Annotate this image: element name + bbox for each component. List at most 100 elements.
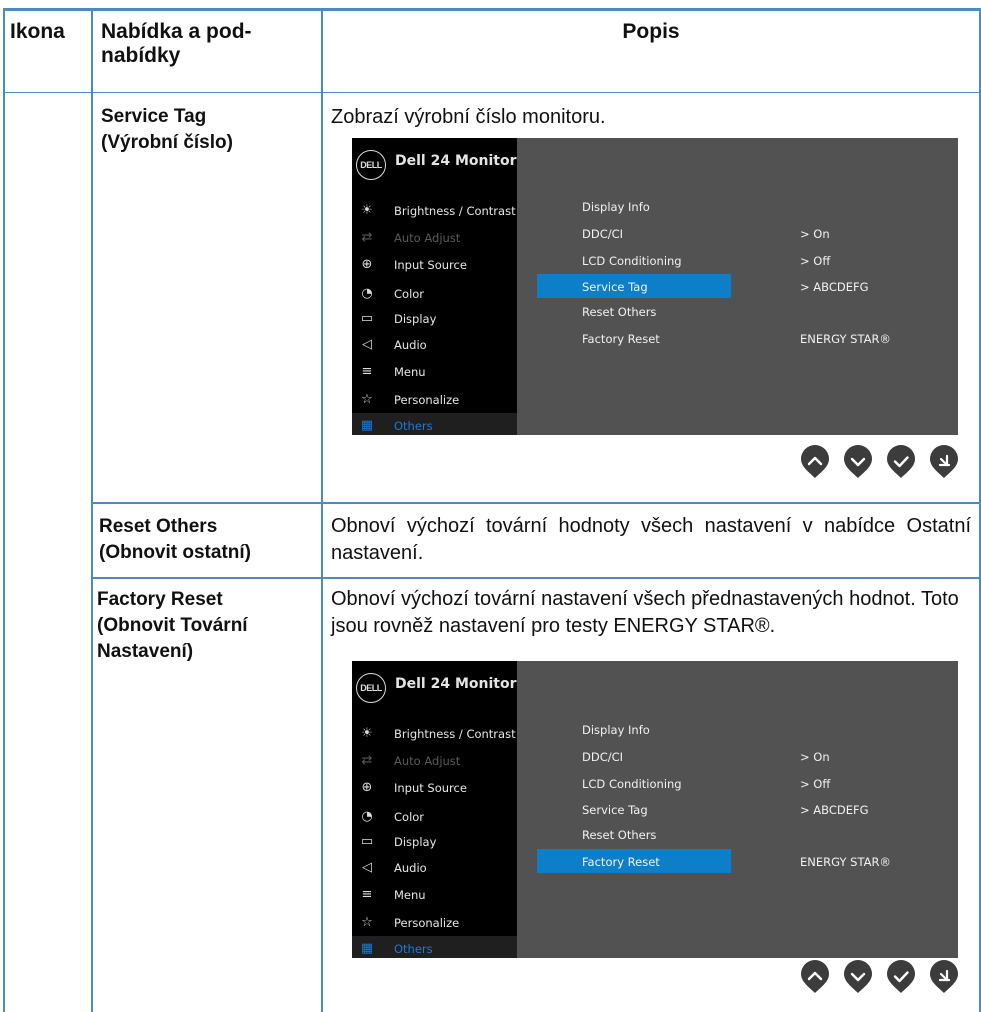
table-top-border [3, 8, 981, 11]
osd-submenu-lcd-conditioning[interactable]: LCD Conditioning [537, 771, 731, 795]
down-button[interactable] [843, 960, 873, 994]
osd-menu-item-label: Input Source [394, 258, 467, 272]
menu-icon: ≡ [361, 887, 373, 902]
osd-menu-item-menu[interactable]: ≡ Menu [352, 882, 517, 908]
osd-menu-item-personalize[interactable]: ☆ Personalize [352, 387, 517, 413]
table-left-border [3, 8, 5, 1012]
osd-submenu-reset-others[interactable]: Reset Others [537, 299, 731, 323]
row2-menu-label: Reset Others (Obnovit ostatní) [99, 516, 251, 563]
osd-submenu-service-tag[interactable]: Service Tag [537, 274, 731, 298]
others-icon: ▦ [360, 418, 374, 433]
osd-menu-item-label: Audio [394, 861, 427, 875]
ok-button[interactable] [886, 960, 916, 994]
row2-bottom-border [92, 577, 981, 579]
osd-menu-item-brightness-contrast[interactable]: ☀ Brightness / Contrast [352, 721, 517, 747]
osd-submenu-label: Factory Reset [582, 332, 660, 346]
osd-menu-item-label: Brightness / Contrast [394, 204, 516, 218]
osd-menu-item-audio[interactable]: ◁ Audio [352, 855, 517, 881]
check-icon [887, 960, 915, 993]
osd-title: Dell 24 Monitor [395, 676, 517, 692]
osd-screen-service-tag: DELL Dell 24 Monitor ☀ Brightness / Contras… [352, 138, 958, 435]
osd-menu-item-color[interactable]: ◔ Color [352, 804, 517, 830]
osd-menu-item-others[interactable]: ▦ Others [352, 413, 517, 435]
osd-submenu-display-info[interactable]: Display Info [537, 194, 731, 218]
auto-adjust-icon: ⇄ [361, 753, 373, 768]
others-icon: ▦ [360, 941, 374, 956]
osd-submenu-value: > Off [800, 254, 831, 268]
dell-logo: DELL [356, 673, 386, 703]
row1-bottom-border [92, 502, 981, 504]
osd-submenu-value: ENERGY STAR® [800, 332, 891, 346]
sun-icon: ☀ [361, 726, 373, 741]
osd-submenu-reset-others[interactable]: Reset Others [537, 822, 731, 846]
display-icon: ▭ [360, 311, 374, 326]
osd-submenu-factory-reset[interactable]: Factory Reset [537, 849, 731, 873]
osd-title: Dell 24 Monitor [395, 153, 517, 169]
osd-menu-item-personalize[interactable]: ☆ Personalize [352, 910, 517, 936]
osd-menu-item-label: Personalize [394, 916, 460, 930]
osd-submenu-value: > ABCDEFG [800, 280, 869, 294]
osd-submenu-ddc-ci[interactable]: DDC/CI [537, 744, 731, 768]
osd-submenu-label: Display Info [582, 723, 650, 737]
back-button[interactable] [929, 445, 959, 479]
row1-menu-label: Service Tag (Výrobní číslo) [101, 106, 233, 153]
osd-menu-item-display[interactable]: ▭ Display [352, 306, 517, 332]
speaker-icon: ◁ [362, 860, 372, 875]
osd-submenu-value: ENERGY STAR® [800, 855, 891, 869]
osd-submenu-lcd-conditioning[interactable]: LCD Conditioning [537, 248, 731, 272]
ok-button[interactable] [886, 445, 916, 479]
osd-submenu-service-tag[interactable]: Service Tag [537, 797, 731, 821]
osd-submenu-value: > Off [800, 777, 831, 791]
osd-menu-item-label: Display [394, 835, 437, 849]
color-icon: ◔ [361, 809, 373, 824]
row2-description: Obnoví výchozí tovární hodnoty všech nas… [331, 515, 971, 564]
osd-submenu-value: > ABCDEFG [800, 803, 869, 817]
back-button[interactable] [929, 960, 959, 994]
chevron-down-icon [844, 960, 872, 993]
osd-menu-item-label: Color [394, 810, 425, 824]
osd-menu-item-auto-adjust[interactable]: ⇄ Auto Adjust [352, 748, 517, 774]
col2-border [321, 8, 323, 1012]
osd-menu-item-label: Input Source [394, 781, 467, 795]
osd-menu-item-label: Auto Adjust [394, 231, 461, 245]
star-icon: ☆ [361, 915, 373, 930]
osd-menu-item-display[interactable]: ▭ Display [352, 829, 517, 855]
osd-menu-item-input-source[interactable]: ⊕ Input Source [352, 775, 517, 801]
osd-submenu-label: Reset Others [582, 305, 657, 319]
osd-menu-item-label: Auto Adjust [394, 754, 461, 768]
osd-submenu-label: Service Tag [582, 803, 648, 817]
osd-menu-item-label: Color [394, 287, 425, 301]
star-icon: ☆ [361, 392, 373, 407]
header-menu: Nabídka a pod- nabídky [101, 20, 252, 67]
header-bottom-border [3, 92, 981, 93]
osd-menu-item-color[interactable]: ◔ Color [352, 281, 517, 307]
osd-menu-item-audio[interactable]: ◁ Audio [352, 332, 517, 358]
osd-submenu-factory-reset[interactable]: Factory Reset [537, 326, 731, 350]
input-source-icon: ⊕ [361, 257, 373, 272]
up-button[interactable] [800, 960, 830, 994]
chevron-down-icon [844, 445, 872, 478]
osd-menu-item-label: Menu [394, 365, 426, 379]
row3-description: Obnoví výchozí tovární nastavení všech p… [331, 588, 959, 637]
osd-submenu-label: Display Info [582, 200, 650, 214]
col1-border [91, 8, 93, 1012]
osd-menu-item-input-source[interactable]: ⊕ Input Source [352, 252, 517, 278]
osd-submenu-label: Service Tag [582, 280, 648, 294]
osd-menu-item-label: Others [394, 419, 433, 433]
up-button[interactable] [800, 445, 830, 479]
osd-submenu-label: Reset Others [582, 828, 657, 842]
osd-menu-item-menu[interactable]: ≡ Menu [352, 359, 517, 385]
osd-submenu-label: DDC/CI [582, 750, 624, 764]
osd-submenu-display-info[interactable]: Display Info [537, 717, 731, 741]
osd-menu-item-others[interactable]: ▦ Others [352, 936, 517, 958]
chevron-up-icon [801, 445, 829, 478]
speaker-icon: ◁ [362, 337, 372, 352]
osd-menu-item-label: Brightness / Contrast [394, 727, 516, 741]
osd-submenu-ddc-ci[interactable]: DDC/CI [537, 221, 731, 245]
header-icon: Ikona [10, 20, 65, 43]
chevron-up-icon [801, 960, 829, 993]
down-button[interactable] [843, 445, 873, 479]
osd-menu-item-brightness-contrast[interactable]: ☀ Brightness / Contrast [352, 198, 517, 224]
osd-menu-item-label: Display [394, 312, 437, 326]
osd-menu-item-auto-adjust[interactable]: ⇄ Auto Adjust [352, 225, 517, 251]
